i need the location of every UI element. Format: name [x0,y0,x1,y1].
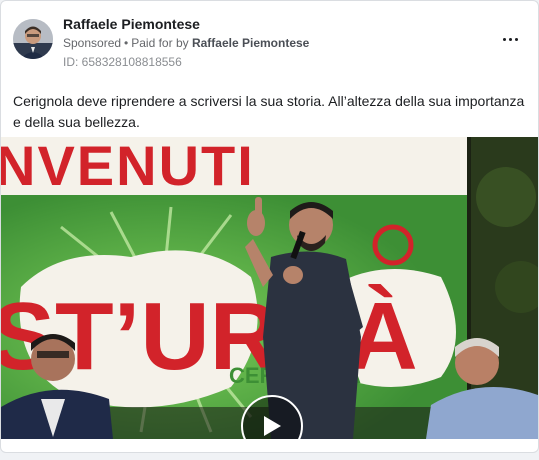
more-options-icon[interactable] [496,29,524,49]
author-avatar[interactable] [13,19,53,59]
paid-for-prefix: Paid for by [131,36,189,50]
play-icon [264,416,281,436]
sponsored-line: Sponsored • Paid for by Raffaele Piemontes… [63,36,309,50]
sponsored-label: Sponsored [63,36,122,50]
meta-separator: • [124,36,129,50]
ad-id: ID: 658328108818556 [63,55,182,69]
paid-for-name: Raffaele Piemontese [191,36,310,50]
dot [514,37,518,41]
post-header: Raffaele Piemontese Sponsored • Paid for b… [13,13,526,73]
author-name[interactable]: Raffaele Piemontese [63,16,200,32]
dot [508,37,512,41]
avatar-image [13,19,53,59]
video-frame: NVENUTI ST’URNÀ CERIGNOLA [1,137,538,439]
post-message: Cerignola deve riprendere a scriversi la… [13,93,525,130]
video-thumbnail[interactable]: NVENUTI ST’URNÀ CERIGNOLA [1,137,538,439]
ad-card: Raffaele Piemontese Sponsored • Paid for b… [0,0,539,453]
dot [502,37,506,41]
banner-top-text: NVENUTI [1,137,255,197]
